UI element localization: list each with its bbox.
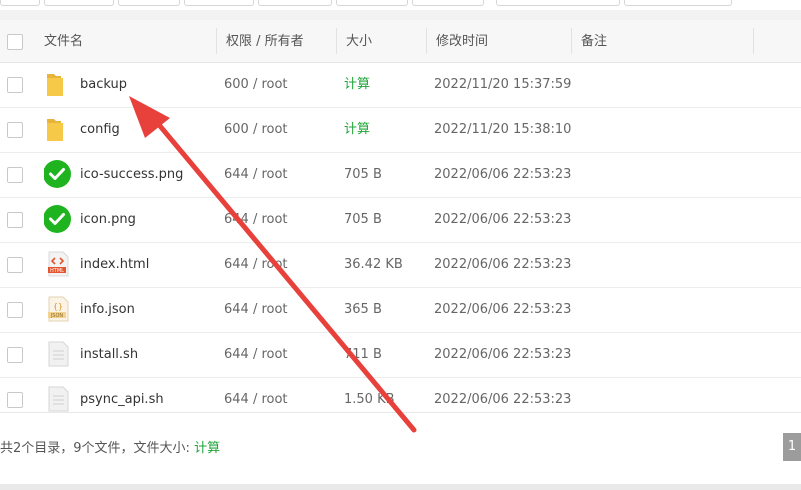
file-name[interactable]: config	[80, 107, 120, 152]
select-all-checkbox[interactable]	[7, 34, 23, 50]
file-name[interactable]: install.sh	[80, 332, 138, 377]
file-name[interactable]: index.html	[80, 242, 149, 287]
file-name[interactable]: ico-success.png	[80, 152, 183, 197]
svg-text:{}: {}	[53, 302, 63, 311]
toolbar-button[interactable]	[624, 0, 732, 6]
column-divider	[336, 28, 337, 54]
file-size: 705 B	[344, 212, 382, 227]
file-size: 365 B	[344, 302, 382, 317]
file-permission[interactable]: 644 / root	[224, 152, 288, 197]
html-file-icon: HTML	[48, 251, 69, 277]
pagination-current-page[interactable]: 1	[783, 433, 801, 461]
header-filename[interactable]: 文件名	[44, 20, 83, 62]
row-checkbox[interactable]	[7, 392, 23, 408]
file-mtime: 2022/06/06 22:53:23	[434, 302, 572, 317]
column-divider	[216, 28, 217, 54]
calc-total-size-link[interactable]: 计算	[194, 441, 220, 456]
json-file-icon: {} JSON	[48, 296, 69, 322]
file-mtime: 2022/06/06 22:53:23	[434, 212, 572, 227]
toolbar-button[interactable]	[0, 0, 40, 6]
calc-size-link[interactable]: 计算	[344, 62, 370, 107]
file-mtime: 2022/06/06 22:53:23	[434, 392, 572, 407]
file-permission[interactable]: 644 / root	[224, 287, 288, 332]
calc-size-link[interactable]: 计算	[344, 107, 370, 152]
header-permission[interactable]: 权限 / 所有者	[226, 20, 304, 62]
folder-icon	[47, 119, 63, 141]
table-row[interactable]: backup 600 / root 计算 2022/11/20 15:37:59	[0, 62, 801, 108]
toolbar	[0, 0, 801, 10]
file-permission[interactable]: 600 / root	[224, 107, 288, 152]
summary-text: 共2个目录，9个文件，文件大小:	[0, 441, 190, 456]
file-list-panel: 文件名 权限 / 所有者 大小 修改时间 备注 backup 600 / roo…	[0, 20, 801, 412]
file-mtime: 2022/06/06 22:53:23	[434, 257, 572, 272]
row-checkbox[interactable]	[7, 212, 23, 228]
toolbar-button[interactable]	[258, 0, 332, 6]
file-permission[interactable]: 644 / root	[224, 197, 288, 242]
html-icon-label: HTML	[50, 268, 64, 274]
header-mtime[interactable]: 修改时间	[436, 20, 488, 62]
file-size: 1.50 KB	[344, 392, 395, 407]
toolbar-button[interactable]	[44, 0, 114, 6]
file-size: 705 B	[344, 167, 382, 182]
text-file-icon	[48, 386, 69, 412]
toolbar-button[interactable]	[118, 0, 180, 6]
file-name[interactable]: info.json	[80, 287, 135, 332]
file-size: 711 B	[344, 347, 382, 362]
file-mtime: 2022/11/20 15:38:10	[434, 122, 572, 137]
file-permission[interactable]: 600 / root	[224, 62, 288, 107]
row-checkbox[interactable]	[7, 257, 23, 273]
row-checkbox[interactable]	[7, 302, 23, 318]
bottom-divider	[0, 484, 801, 490]
column-divider	[571, 28, 572, 54]
table-row[interactable]: ico-success.png 644 / root 705 B 2022/06…	[0, 152, 801, 198]
file-size: 36.42 KB	[344, 257, 403, 272]
header-size[interactable]: 大小	[346, 20, 372, 62]
table-row[interactable]: psync_api.sh 644 / root 1.50 KB 2022/06/…	[0, 377, 801, 412]
table-row[interactable]: config 600 / root 计算 2022/11/20 15:38:10	[0, 107, 801, 153]
file-permission[interactable]: 644 / root	[224, 377, 288, 412]
file-name[interactable]: psync_api.sh	[80, 377, 164, 412]
toolbar-button[interactable]	[496, 0, 620, 6]
file-mtime: 2022/06/06 22:53:23	[434, 167, 572, 182]
file-permission[interactable]: 644 / root	[224, 332, 288, 377]
row-checkbox[interactable]	[7, 122, 23, 138]
toolbar-button[interactable]	[184, 0, 254, 6]
file-name[interactable]: backup	[80, 62, 127, 107]
file-mtime: 2022/06/06 22:53:23	[434, 347, 572, 362]
json-icon-label: JSON	[50, 313, 64, 319]
row-checkbox[interactable]	[7, 167, 23, 183]
text-file-icon	[48, 341, 69, 367]
success-check-icon	[44, 160, 71, 188]
row-checkbox[interactable]	[7, 347, 23, 363]
header-note: 备注	[581, 34, 608, 49]
table-row[interactable]: icon.png 644 / root 705 B 2022/06/06 22:…	[0, 197, 801, 243]
column-divider	[426, 28, 427, 54]
row-checkbox[interactable]	[7, 77, 23, 93]
toolbar-button[interactable]	[412, 0, 484, 6]
column-divider	[753, 28, 754, 54]
file-name[interactable]: icon.png	[80, 197, 136, 242]
table-header: 文件名 权限 / 所有者 大小 修改时间 备注	[0, 20, 801, 63]
folder-icon	[47, 74, 63, 96]
table-row[interactable]: install.sh 644 / root 711 B 2022/06/06 2…	[0, 332, 801, 378]
file-mtime: 2022/11/20 15:37:59	[434, 77, 572, 92]
toolbar-button[interactable]	[336, 0, 408, 6]
file-summary: 共2个目录，9个文件，文件大小: 计算	[0, 413, 220, 485]
success-check-icon	[44, 205, 71, 233]
table-row[interactable]: HTML index.html 644 / root 36.42 KB 2022…	[0, 242, 801, 288]
file-permission[interactable]: 644 / root	[224, 242, 288, 287]
table-row[interactable]: {} JSON info.json 644 / root 365 B 2022/…	[0, 287, 801, 333]
table-footer: 共2个目录，9个文件，文件大小: 计算 1	[0, 412, 801, 485]
